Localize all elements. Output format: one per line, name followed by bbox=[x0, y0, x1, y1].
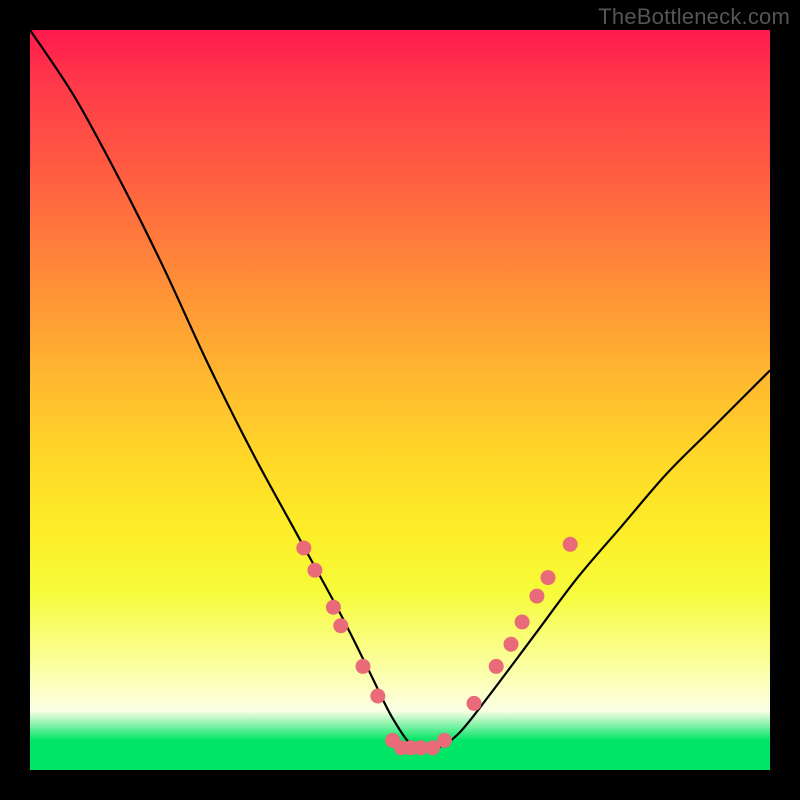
highlight-dot bbox=[515, 615, 530, 630]
highlight-dot bbox=[541, 570, 556, 585]
bottleneck-curve bbox=[30, 30, 770, 751]
chart-stage: TheBottleneck.com bbox=[0, 0, 800, 800]
highlight-dots bbox=[296, 537, 577, 756]
highlight-dot bbox=[437, 733, 452, 748]
highlight-dot bbox=[467, 696, 482, 711]
highlight-dot bbox=[307, 563, 322, 578]
highlight-dot bbox=[333, 618, 348, 633]
plot-area bbox=[30, 30, 770, 770]
highlight-dot bbox=[370, 689, 385, 704]
highlight-dot bbox=[296, 541, 311, 556]
highlight-dot bbox=[529, 589, 544, 604]
watermark-text: TheBottleneck.com bbox=[598, 4, 790, 30]
highlight-dot bbox=[563, 537, 578, 552]
highlight-dot bbox=[504, 637, 519, 652]
highlight-dot bbox=[489, 659, 504, 674]
curve-svg bbox=[30, 30, 770, 770]
highlight-dot bbox=[326, 600, 341, 615]
highlight-dot bbox=[356, 659, 371, 674]
